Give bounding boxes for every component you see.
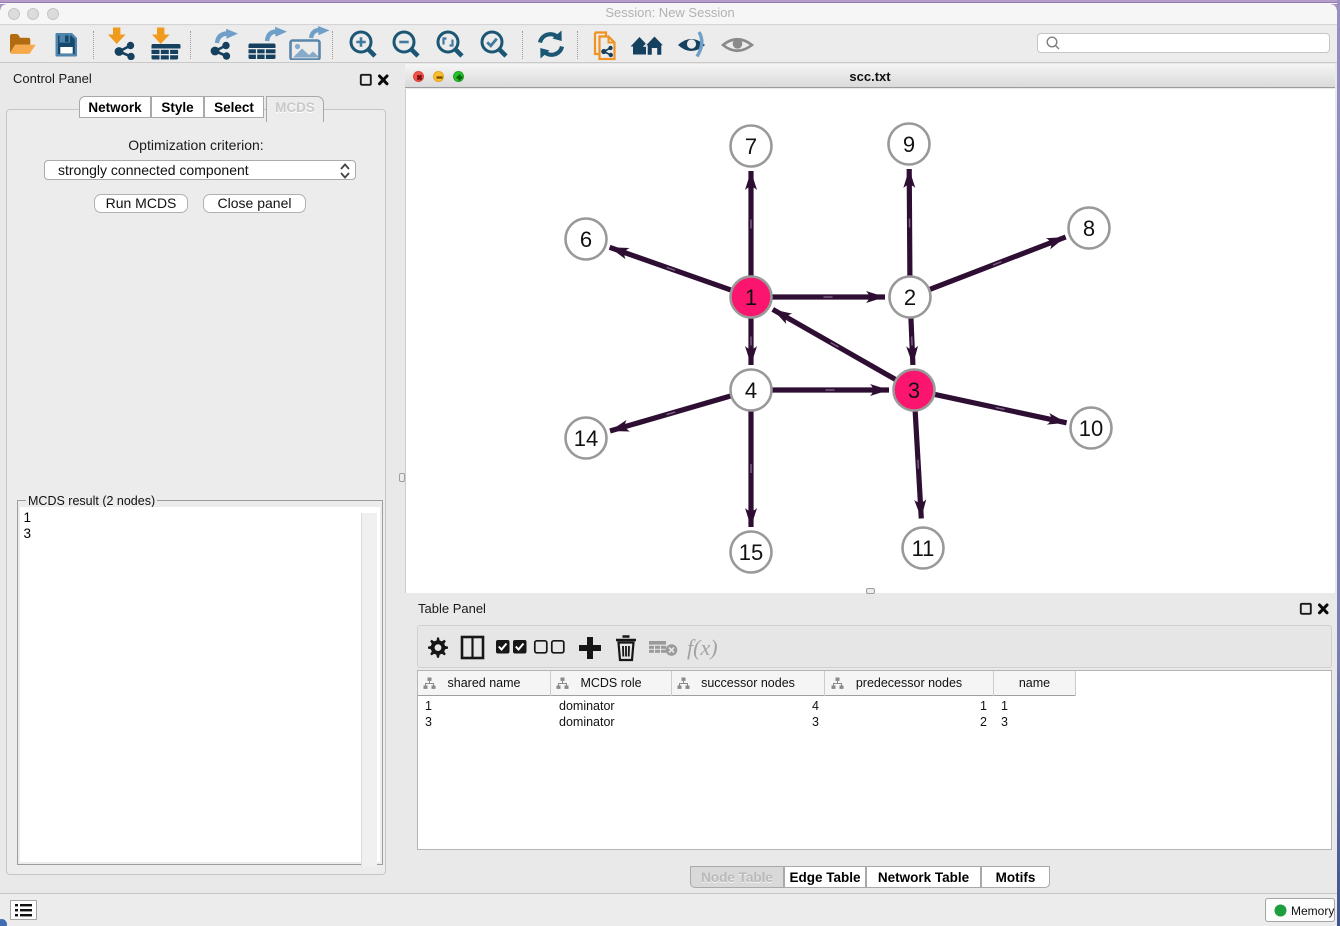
- svg-text:14: 14: [574, 426, 598, 451]
- svg-text:9: 9: [903, 132, 915, 157]
- svg-text:1: 1: [745, 285, 757, 310]
- svg-text:2: 2: [904, 285, 916, 310]
- svg-text:3: 3: [908, 378, 920, 403]
- svg-text:8: 8: [1083, 216, 1095, 241]
- svg-text:6: 6: [580, 227, 592, 252]
- svg-text:15: 15: [739, 540, 763, 565]
- svg-text:11: 11: [912, 536, 935, 561]
- svg-text:10: 10: [1079, 416, 1103, 441]
- svg-text:7: 7: [745, 134, 757, 159]
- svg-text:4: 4: [745, 378, 757, 403]
